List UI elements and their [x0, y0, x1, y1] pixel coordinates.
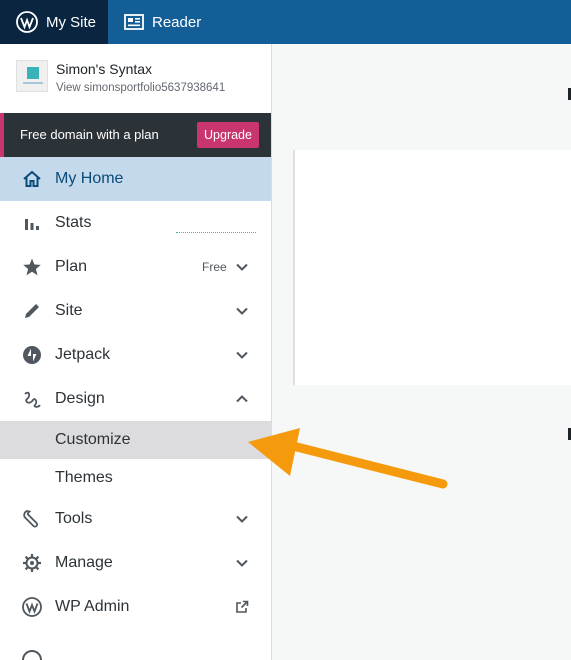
- site-title: Simon's Syntax: [56, 61, 153, 77]
- domain-upsell: Free domain with a plan Upgrade: [0, 113, 271, 157]
- reader-label: Reader: [152, 13, 202, 31]
- design-icon: [24, 391, 41, 408]
- sidebar-item-my-home[interactable]: My Home: [0, 157, 271, 201]
- gear-icon: [23, 554, 41, 572]
- sidebar-item-label: Stats: [55, 214, 92, 231]
- my-site-label: My Site: [46, 13, 97, 31]
- sidebar-item-design[interactable]: Design: [0, 377, 271, 421]
- stats-sparkline: [176, 232, 256, 233]
- plan-badge: Free: [202, 260, 227, 274]
- my-site-tab[interactable]: My Site: [0, 0, 108, 44]
- reader-tab[interactable]: Reader: [124, 0, 201, 44]
- external-link-icon: [236, 600, 249, 613]
- sidebar-item-tools[interactable]: Tools: [0, 497, 271, 541]
- chevron-down-icon: [236, 559, 248, 567]
- home-icon: [23, 170, 41, 187]
- sidebar-item-jetpack[interactable]: Jetpack: [0, 333, 271, 377]
- jetpack-icon: [23, 346, 41, 364]
- sidebar-item-label: My Home: [55, 170, 124, 187]
- star-icon: [23, 258, 41, 276]
- sidebar-item-wp-admin[interactable]: WP Admin: [0, 585, 271, 629]
- sidebar-item-label: Site: [55, 302, 83, 319]
- sidebar-item-label: WP Admin: [55, 598, 130, 615]
- masterbar: My Site Reader: [0, 0, 571, 44]
- sidebar-item-label: Manage: [55, 554, 113, 571]
- site-card[interactable]: Simon's Syntax View simonsportfolio56379…: [0, 44, 271, 113]
- submenu-item-customize[interactable]: Customize: [0, 421, 271, 459]
- site-url[interactable]: View simonsportfolio5637938641: [56, 82, 246, 94]
- submenu-item-themes[interactable]: Themes: [0, 459, 271, 497]
- reader-icon: [124, 14, 144, 30]
- content-card: [295, 150, 571, 385]
- sidebar: Simon's Syntax View simonsportfolio56379…: [0, 44, 272, 660]
- chevron-down-icon: [236, 351, 248, 359]
- sidebar-item-stats[interactable]: Stats: [0, 201, 271, 245]
- sidebar-item-label: Plan: [55, 258, 88, 275]
- submenu-item-label: Customize: [55, 431, 131, 448]
- sidebar-item-manage[interactable]: Manage: [0, 541, 271, 585]
- wordpress-icon: [22, 597, 42, 617]
- chevron-down-icon: [236, 307, 248, 315]
- collapse-icon[interactable]: [21, 650, 43, 660]
- site-icon: [16, 60, 48, 92]
- sidebar-item-label: Tools: [55, 510, 93, 527]
- chevron-down-icon: [236, 515, 248, 523]
- sidebar-item-plan[interactable]: Plan Free: [0, 245, 271, 289]
- wrench-icon: [23, 510, 38, 528]
- upgrade-button[interactable]: Upgrade: [197, 122, 259, 148]
- stats-icon: [25, 219, 39, 230]
- wordpress-icon: [16, 11, 38, 33]
- pencil-icon: [25, 304, 39, 318]
- sidebar-item-site[interactable]: Site: [0, 289, 271, 333]
- upsell-text: Free domain with a plan: [20, 127, 159, 142]
- chevron-down-icon: [236, 263, 248, 271]
- chevron-up-icon: [236, 395, 248, 403]
- sidebar-item-label: Design: [55, 390, 105, 407]
- sidebar-item-label: Jetpack: [55, 346, 111, 363]
- submenu-item-label: Themes: [55, 469, 113, 486]
